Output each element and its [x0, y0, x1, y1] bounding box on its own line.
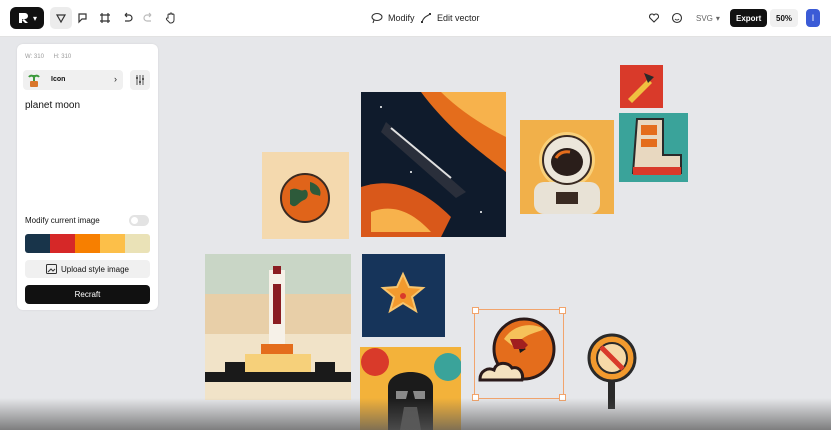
hand-tool-button[interactable]	[160, 7, 182, 29]
color-palette[interactable]	[25, 234, 150, 253]
remove-background-button[interactable]	[669, 7, 685, 29]
lasso-icon	[371, 12, 383, 24]
redo-icon	[143, 12, 155, 24]
dimensions: W: 310 H: 310	[25, 54, 79, 60]
top-toolbar: ▾ Modify Edit vector SVG ▾ Export 50% I	[0, 0, 831, 37]
zoom-level-button[interactable]: 50%	[770, 9, 799, 27]
undo-icon	[121, 12, 133, 24]
frame-tool-button[interactable]	[94, 7, 116, 29]
style-settings-button[interactable]	[130, 70, 150, 90]
format-value: SVG	[696, 13, 713, 23]
palette-swatch[interactable]	[125, 234, 150, 253]
edit-vector-label: Edit vector	[437, 13, 480, 23]
pixel-rocket-image[interactable]	[205, 254, 351, 400]
astronaut-image[interactable]	[520, 120, 614, 214]
app-menu-button[interactable]: ▾	[10, 7, 44, 29]
select-tool-button[interactable]	[50, 7, 72, 29]
planet-earth-image[interactable]	[262, 152, 349, 239]
modify-current-image-toggle[interactable]	[129, 215, 149, 226]
boot-image[interactable]	[619, 113, 688, 182]
recraft-button[interactable]: Recraft	[25, 285, 150, 304]
width-label: W: 310	[25, 54, 44, 60]
star-image[interactable]	[362, 254, 445, 337]
chevron-right-icon: ›	[114, 74, 117, 84]
lasso-icon	[77, 12, 89, 24]
cursor-icon	[55, 12, 67, 24]
upload-style-image-label: Upload style image	[60, 264, 130, 274]
prompt-input[interactable]: planet moon	[25, 100, 80, 111]
smile-icon	[671, 12, 683, 24]
edit-vector-button[interactable]: Edit vector	[420, 7, 480, 29]
undo-button[interactable]	[116, 7, 138, 29]
style-selector[interactable]: Icon ›	[23, 70, 123, 90]
frame-icon	[99, 12, 111, 24]
hand-icon	[165, 12, 177, 24]
height-label: H: 310	[53, 54, 72, 60]
heart-icon	[648, 12, 660, 24]
modify-current-image-label: Modify current image	[25, 216, 100, 225]
generation-panel: W: 310 H: 310 Icon › planet moon Modify …	[17, 44, 158, 310]
export-button[interactable]: Export	[730, 9, 768, 27]
recraft-logo-icon	[17, 11, 31, 25]
redo-button[interactable]	[138, 7, 160, 29]
bottom-shadow	[0, 398, 831, 430]
chevron-down-icon: ▾	[32, 13, 37, 23]
format-select[interactable]: SVG ▾	[696, 7, 720, 29]
palette-swatch[interactable]	[100, 234, 125, 253]
favorite-button[interactable]	[646, 7, 662, 29]
modify-label: Modify	[388, 13, 415, 23]
plant-icon	[28, 72, 40, 88]
style-label: Icon	[51, 76, 66, 83]
chevron-down-icon: ▾	[715, 13, 720, 23]
image-upload-icon	[45, 264, 57, 274]
palette-swatch[interactable]	[50, 234, 75, 253]
modify-button[interactable]: Modify	[371, 7, 415, 29]
selection-box[interactable]	[472, 307, 566, 401]
spaceship-image[interactable]	[361, 92, 506, 237]
lasso-tool-button[interactable]	[72, 7, 94, 29]
upload-style-image-button[interactable]: Upload style image	[25, 260, 150, 278]
tools-image[interactable]	[620, 65, 663, 108]
palette-swatch[interactable]	[25, 234, 50, 253]
sliders-icon	[134, 74, 146, 86]
edit-vector-icon	[420, 12, 432, 24]
resize-handle[interactable]	[559, 307, 566, 314]
avatar[interactable]: I	[806, 9, 820, 27]
palette-swatch[interactable]	[75, 234, 100, 253]
resize-handle[interactable]	[472, 307, 479, 314]
